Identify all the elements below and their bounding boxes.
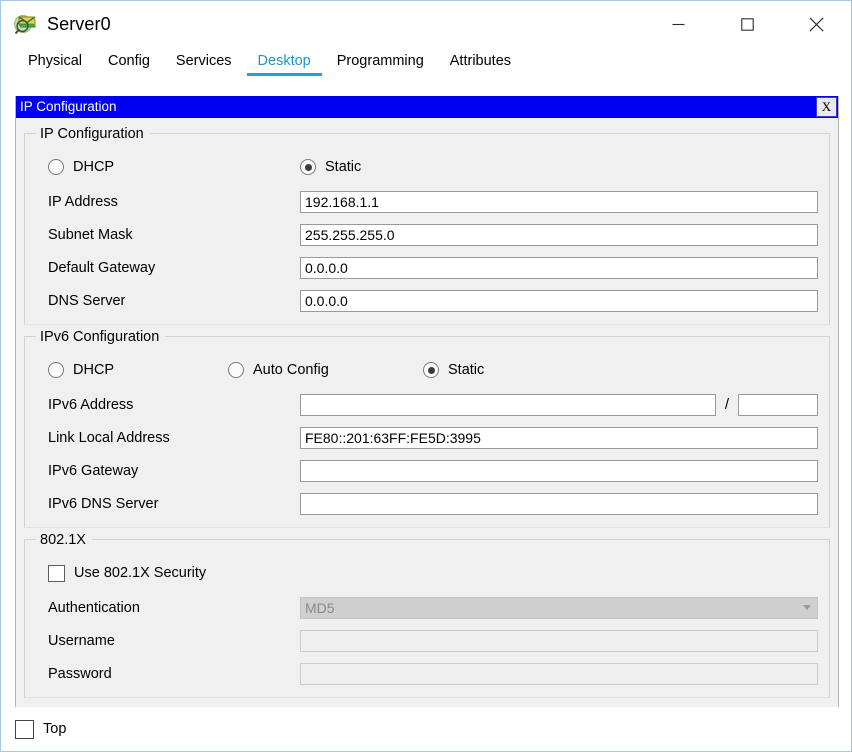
password-input[interactable] <box>300 662 818 685</box>
ipv6-auto-config-label: Auto Config <box>253 362 329 378</box>
ipv4-subnet-row: Subnet Mask <box>36 218 818 251</box>
tab-desktop[interactable]: Desktop <box>245 53 324 76</box>
ip-address-label: IP Address <box>48 193 118 210</box>
ipv6-static-label: Static <box>448 362 485 378</box>
ipv4-static-radio[interactable]: Static <box>300 159 361 175</box>
ipv4-group-label: IP Configuration <box>36 126 150 143</box>
dot1x-group-label: 802.1X <box>36 532 92 549</box>
ipv6-mode-row: DHCP Auto Config Static <box>36 352 818 388</box>
ipv4-mode-row: DHCP Static <box>36 149 818 185</box>
link-local-address-input[interactable] <box>300 426 818 449</box>
ip-configuration-panel-body: IP Configuration DHCP Static IP Address … <box>16 118 838 707</box>
maximize-button[interactable] <box>713 1 782 47</box>
dot1x-username-row: Username <box>36 624 818 657</box>
ipv4-static-label: Static <box>325 159 362 175</box>
radio-unchecked-icon <box>48 159 64 175</box>
ipv6-dns-server-label: IPv6 DNS Server <box>48 495 159 512</box>
window-controls <box>644 1 851 47</box>
default-gateway-label: Default Gateway <box>48 259 156 276</box>
ipv4-address-row: IP Address <box>36 185 818 218</box>
radio-unchecked-icon <box>228 362 244 378</box>
minimize-button[interactable] <box>644 1 713 47</box>
ipv4-gateway-row: Default Gateway <box>36 251 818 284</box>
tab-physical[interactable]: Physical <box>15 53 95 76</box>
tab-config[interactable]: Config <box>95 53 163 76</box>
server-device-window: Server0 Physical Config Services Desktop… <box>0 0 852 752</box>
ipv6-prefix-length-input[interactable] <box>738 393 818 416</box>
ipv6-link-local-row: Link Local Address <box>36 421 818 454</box>
password-label: Password <box>48 665 112 682</box>
dot1x-enable-row: Use 802.1X Security <box>36 555 818 591</box>
tab-services[interactable]: Services <box>163 53 245 76</box>
use-dot1x-security-checkbox[interactable]: Use 802.1X Security <box>36 564 207 582</box>
ipv6-dns-server-input[interactable] <box>300 492 818 515</box>
ip-configuration-panel: IP Configuration X IP Configuration DHCP <box>15 96 839 708</box>
ipv6-address-label: IPv6 Address <box>48 396 134 413</box>
ipv6-auto-config-radio[interactable]: Auto Config <box>228 362 423 378</box>
dns-server-input[interactable] <box>300 289 818 312</box>
chevron-down-icon <box>803 605 811 610</box>
minimize-icon <box>672 23 685 25</box>
link-local-address-label: Link Local Address <box>48 429 170 446</box>
ipv4-dns-row: DNS Server <box>36 284 818 317</box>
subnet-mask-label: Subnet Mask <box>48 226 133 243</box>
panel-close-button[interactable]: X <box>816 97 837 117</box>
window-title: Server0 <box>47 13 111 34</box>
subnet-mask-input[interactable] <box>300 223 818 246</box>
ipv6-address-input[interactable] <box>300 393 716 416</box>
close-button[interactable] <box>782 1 851 47</box>
username-input[interactable] <box>300 629 818 652</box>
ipv6-address-row: IPv6 Address / <box>36 388 818 421</box>
use-dot1x-security-label: Use 802.1X Security <box>74 565 207 581</box>
dot1x-group: 802.1X Use 802.1X Security Authenticatio… <box>24 531 830 698</box>
top-checkbox-label: Top <box>43 721 67 737</box>
ip-address-input[interactable] <box>300 190 818 213</box>
dot1x-authentication-row: Authentication MD5 <box>36 591 818 624</box>
ipv6-group-label: IPv6 Configuration <box>36 329 166 346</box>
dns-server-label: DNS Server <box>48 292 126 309</box>
ipv6-gateway-input[interactable] <box>300 459 818 482</box>
tab-programming[interactable]: Programming <box>324 53 437 76</box>
radio-unchecked-icon <box>48 362 64 378</box>
ipv4-dhcp-radio[interactable]: DHCP <box>36 159 300 175</box>
authentication-selected-value: MD5 <box>305 599 335 616</box>
checkbox-unchecked-icon <box>15 719 34 739</box>
authentication-label: Authentication <box>48 599 140 616</box>
server-device-icon <box>13 11 39 37</box>
authentication-select[interactable]: MD5 <box>300 596 818 619</box>
ip-configuration-panel-title: IP Configuration <box>20 99 117 115</box>
window-footer: Top <box>1 707 851 751</box>
ipv6-gateway-row: IPv6 Gateway <box>36 454 818 487</box>
ip-configuration-panel-titlebar: IP Configuration X <box>16 96 838 118</box>
tab-attributes[interactable]: Attributes <box>437 53 524 76</box>
username-label: Username <box>48 632 115 649</box>
window-titlebar: Server0 <box>1 1 851 47</box>
ipv6-gateway-label: IPv6 Gateway <box>48 462 139 479</box>
ipv6-dns-row: IPv6 DNS Server <box>36 487 818 520</box>
ipv6-group: IPv6 Configuration DHCP Auto Config Stat… <box>24 328 830 528</box>
ipv6-prefix-separator: / <box>724 396 729 413</box>
ipv4-dhcp-label: DHCP <box>73 159 115 175</box>
top-checkbox[interactable]: Top <box>15 719 67 739</box>
ipv4-group: IP Configuration DHCP Static IP Address … <box>24 125 830 325</box>
close-icon <box>809 16 824 32</box>
ipv6-dhcp-label: DHCP <box>73 362 115 378</box>
checkbox-unchecked-icon <box>48 564 65 582</box>
radio-checked-icon <box>423 362 439 378</box>
ipv6-dhcp-radio[interactable]: DHCP <box>36 362 228 378</box>
default-gateway-input[interactable] <box>300 256 818 279</box>
radio-checked-icon <box>300 159 316 175</box>
tabbar: Physical Config Services Desktop Program… <box>1 47 851 76</box>
dot1x-password-row: Password <box>36 657 818 690</box>
ipv6-static-radio[interactable]: Static <box>423 362 484 378</box>
maximize-icon <box>741 17 754 31</box>
